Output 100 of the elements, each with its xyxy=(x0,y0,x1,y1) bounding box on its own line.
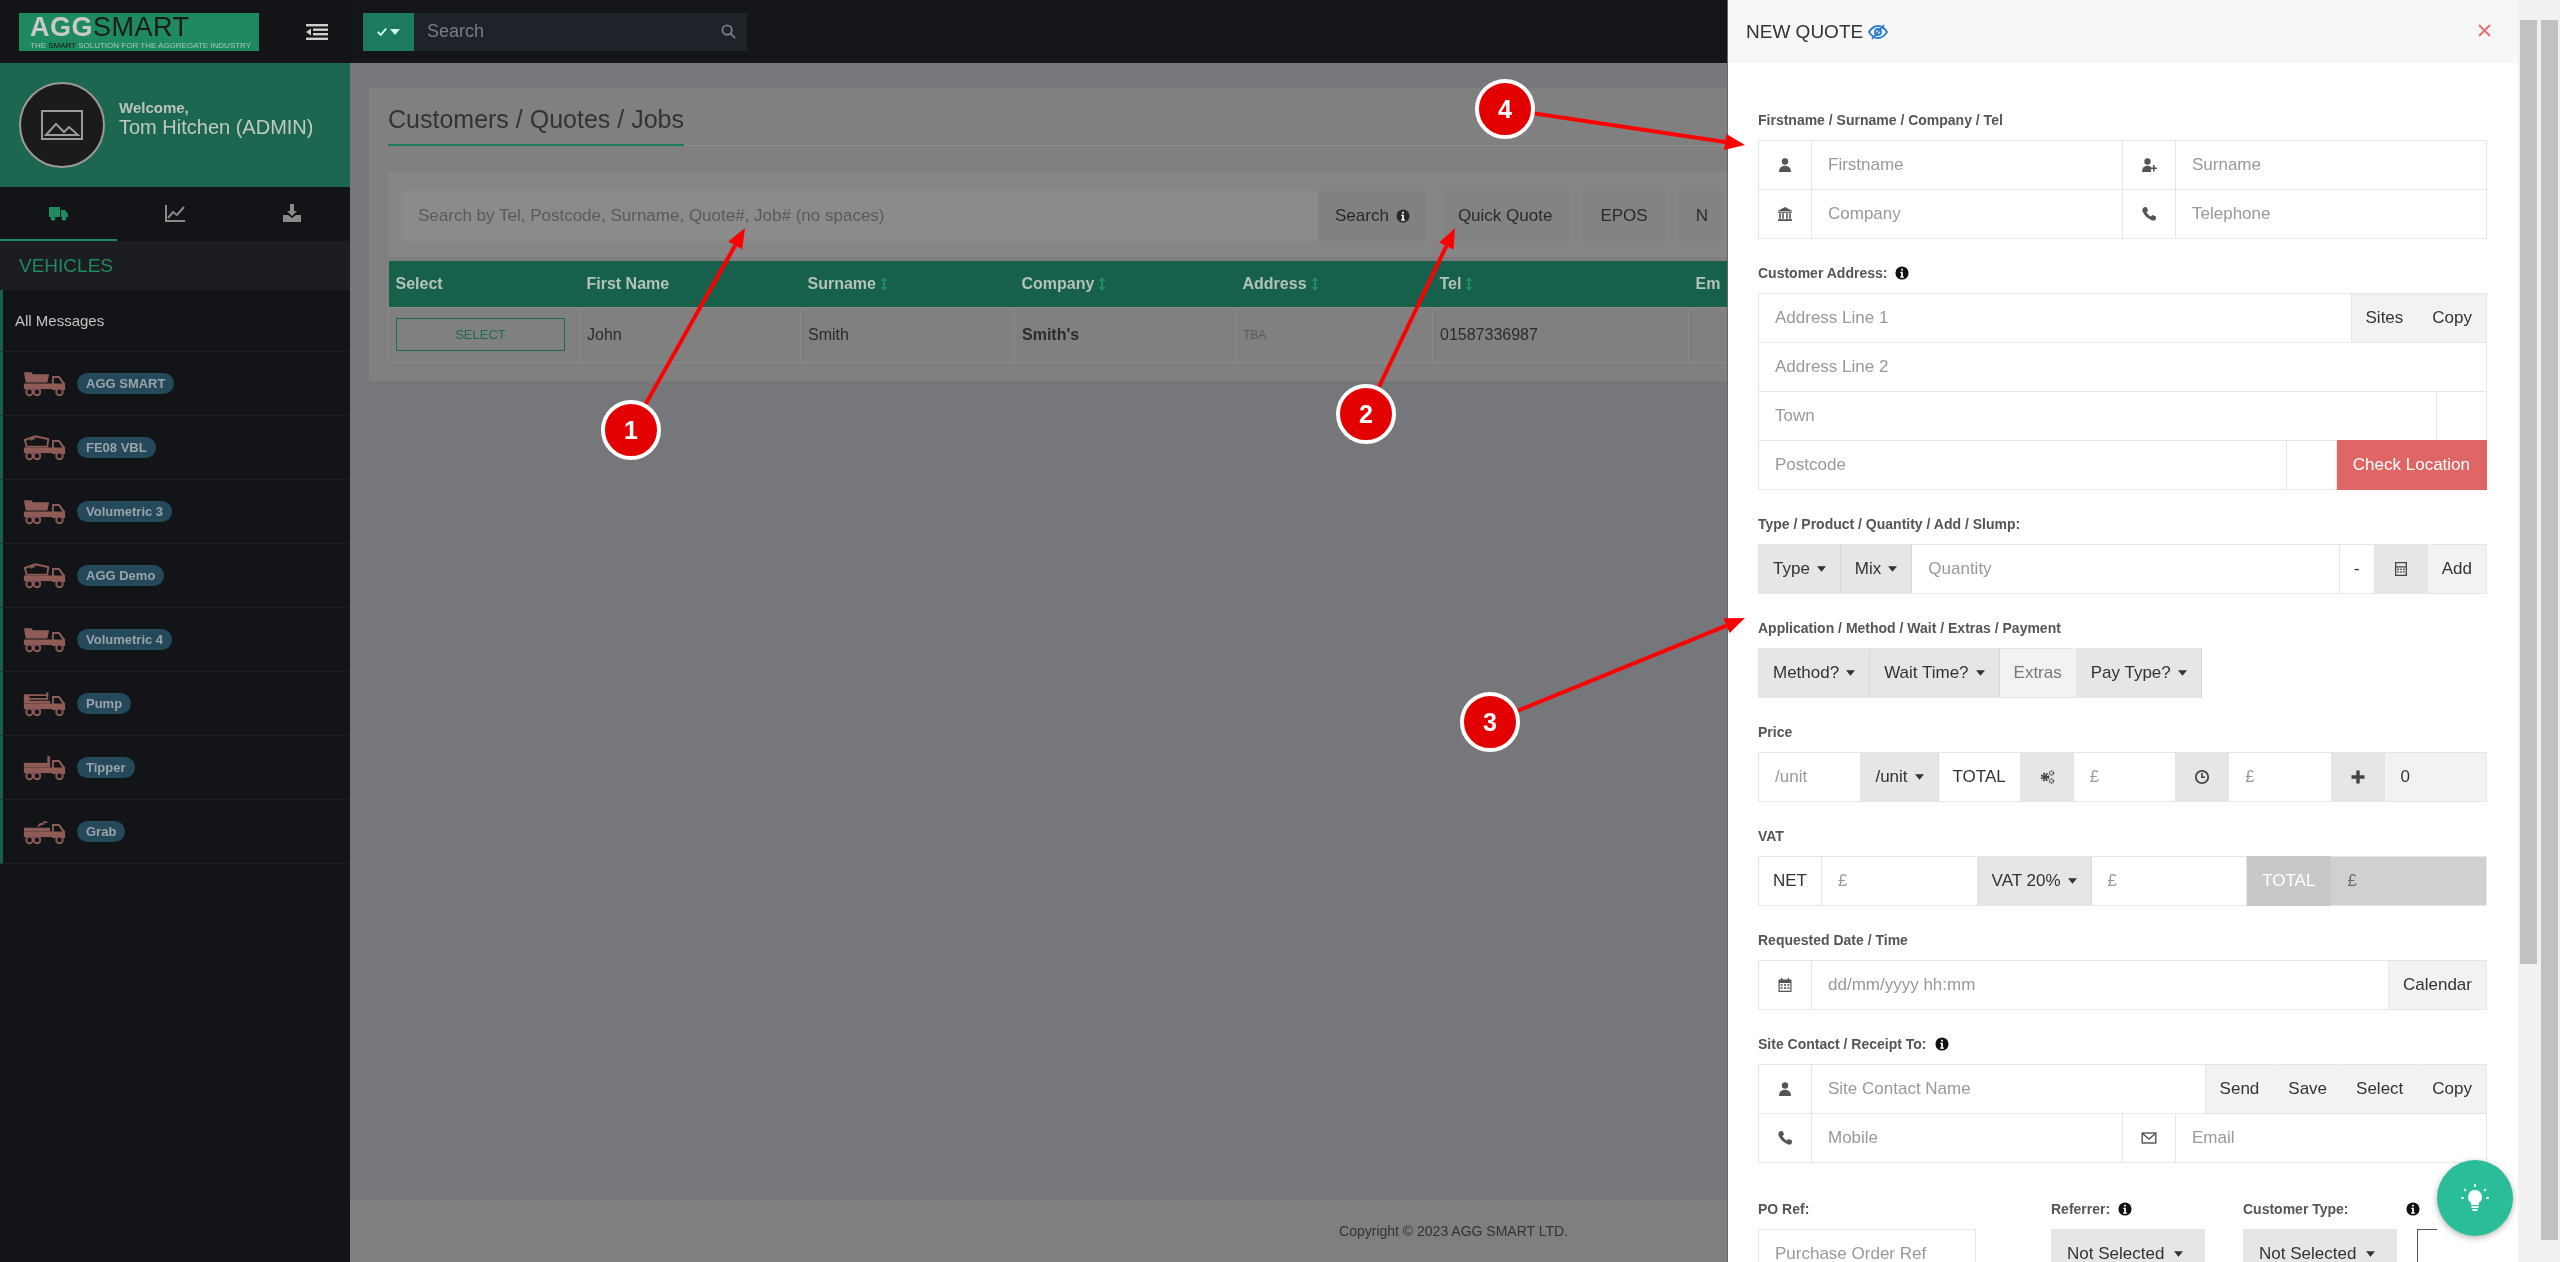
toolbar-button[interactable]: Search xyxy=(1318,191,1427,241)
truck-icon[interactable] xyxy=(22,498,67,525)
dropdown-button[interactable]: Mix xyxy=(1840,544,1913,594)
dropdown-button[interactable]: VAT 20% xyxy=(1977,856,2092,906)
caret-icon xyxy=(1975,670,1985,676)
column-header[interactable]: Surname xyxy=(800,261,1015,307)
truck-icon[interactable] xyxy=(22,562,67,589)
image-icon xyxy=(41,110,83,140)
dropdown-button[interactable]: Wait Time? xyxy=(1870,648,2000,698)
callout-number: 1 xyxy=(601,400,661,460)
readonly-value: 0 xyxy=(2384,752,2487,802)
truck-icon[interactable] xyxy=(22,626,67,653)
text-field[interactable]: £ xyxy=(1822,856,1978,906)
field-label: Requested Date / Time xyxy=(1758,932,1908,948)
vehicle-badge[interactable]: Volumetric 4 xyxy=(77,629,173,650)
user-icon xyxy=(1777,1081,1793,1097)
addon-button[interactable]: Send xyxy=(2205,1064,2275,1114)
dropdown-button[interactable]: Pay Type? xyxy=(2076,648,2202,698)
text-field[interactable]: dd/mm/yyyy hh:mm xyxy=(1812,960,2389,1010)
copyright-text: Copyright © 2023 AGG SMART LTD. xyxy=(1339,1223,1568,1239)
section-heading: VEHICLES xyxy=(0,241,350,290)
addon-button[interactable]: Calendar xyxy=(2389,960,2487,1010)
addon-button[interactable]: Sites xyxy=(2351,293,2419,343)
dropdown-button[interactable]: Not Selected xyxy=(2051,1229,2205,1262)
text-field[interactable]: Purchase Order Ref xyxy=(1758,1229,1976,1262)
text-field[interactable]: £ xyxy=(2091,856,2248,906)
text-field[interactable]: Quantity xyxy=(1912,544,2341,594)
vehicle-badge[interactable]: Grab xyxy=(77,821,126,842)
field-label: Application / Method / Wait / Extras / Payment xyxy=(1758,620,2061,636)
text-field[interactable]: Address Line 1 xyxy=(1759,293,2352,343)
vehicle-badge[interactable]: AGG SMART xyxy=(77,373,175,394)
column-header[interactable]: Company xyxy=(1014,261,1236,307)
caret-icon xyxy=(2067,878,2077,884)
close-icon xyxy=(2478,23,2491,37)
text-field[interactable]: Email xyxy=(2176,1113,2487,1163)
vehicle-badge[interactable]: AGG Demo xyxy=(77,565,165,586)
truck-icon[interactable] xyxy=(22,434,67,461)
panel-title: NEW QUOTE xyxy=(1746,20,1864,43)
column-header[interactable]: Select xyxy=(388,261,580,307)
text-field[interactable]: Mobile xyxy=(1812,1113,2123,1163)
truck-icon[interactable] xyxy=(22,690,67,717)
truck-icon xyxy=(48,204,69,222)
lightbulb-icon xyxy=(2460,1183,2490,1213)
caret-icon xyxy=(2174,1251,2184,1257)
caret-icon xyxy=(2366,1251,2376,1257)
addon-label: TOTAL xyxy=(1938,752,2021,802)
column-header[interactable]: Tel xyxy=(1432,261,1689,307)
vehicle-badge[interactable]: FE08 VBL xyxy=(77,437,156,458)
truck-icon[interactable] xyxy=(22,818,67,845)
line-chart-icon xyxy=(165,204,185,222)
logo-wordmark: AGGSMART xyxy=(30,13,190,41)
text-field[interactable]: Site Contact Name xyxy=(1812,1064,2206,1114)
menu-icon[interactable] xyxy=(306,22,328,41)
page-title: Customers / Quotes / Jobs xyxy=(388,99,684,146)
eye-slash-icon[interactable] xyxy=(1868,23,1889,40)
caret-icon xyxy=(1816,566,1826,572)
scrollbar[interactable] xyxy=(2518,0,2560,1262)
text-field[interactable]: Telephone xyxy=(2176,189,2487,239)
dropdown-button[interactable]: /unit xyxy=(1861,752,1939,802)
calculator-icon xyxy=(2392,561,2409,577)
addon-button[interactable]: Copy xyxy=(2418,293,2487,343)
dropdown-button[interactable] xyxy=(363,12,414,51)
field-label: Type / Product / Quantity / Add / Slump: xyxy=(1758,516,2021,532)
field-label: Customer Type: xyxy=(2243,1201,2349,1217)
text-field[interactable]: /unit xyxy=(1759,752,1862,802)
field-label: Site Contact / Receipt To: xyxy=(1758,1036,1927,1052)
callout-number: 2 xyxy=(1336,384,1396,444)
bank-icon xyxy=(1777,206,1793,222)
text-field[interactable]: £ xyxy=(2073,752,2177,802)
column-header[interactable]: Address xyxy=(1235,261,1433,307)
dropdown-button[interactable]: Not Selected xyxy=(2243,1229,2397,1262)
text-field[interactable]: Postcode xyxy=(1759,440,2287,490)
addon-button[interactable]: Copy xyxy=(2418,1064,2487,1114)
search-field[interactable]: Search xyxy=(414,12,721,51)
truck-icon[interactable] xyxy=(22,754,67,781)
dropdown-button[interactable]: Type xyxy=(1759,544,1841,594)
vehicle-badge[interactable]: Pump xyxy=(77,693,132,714)
truck-icon[interactable] xyxy=(22,370,67,397)
field-label: PO Ref: xyxy=(1758,1201,1810,1217)
addon-label: NET xyxy=(1759,856,1822,906)
logo-tagline: THE SMART SOLUTION FOR THE AGGREGATE INDUSTRY xyxy=(30,40,252,50)
dropdown-button[interactable]: Method? xyxy=(1759,648,1871,698)
welcome-text: Welcome, xyxy=(119,99,190,116)
column-header[interactable]: Em xyxy=(1688,261,1727,307)
text-field[interactable]: Company xyxy=(1812,189,2123,239)
check-location-button[interactable]: Check Location xyxy=(2336,440,2487,490)
caret-icon xyxy=(2177,670,2187,676)
column-header[interactable]: First Name xyxy=(579,261,801,307)
addon-button[interactable]: Save xyxy=(2274,1064,2343,1114)
vehicle-badge[interactable]: Volumetric 3 xyxy=(77,501,173,522)
text-field[interactable]: Surname xyxy=(2176,140,2487,190)
field-label: Referrer: xyxy=(2051,1201,2111,1217)
addon-button[interactable]: Select xyxy=(2342,1064,2419,1114)
plus-icon xyxy=(2349,769,2366,785)
vehicle-badge[interactable]: Tipper xyxy=(77,757,135,778)
callout-number: 4 xyxy=(1475,79,1535,139)
caret-icon xyxy=(1914,774,1924,780)
text-field[interactable]: Firstname xyxy=(1812,140,2123,190)
text-field[interactable]: £ xyxy=(2229,752,2332,802)
addon-button[interactable]: Add xyxy=(2427,544,2487,594)
